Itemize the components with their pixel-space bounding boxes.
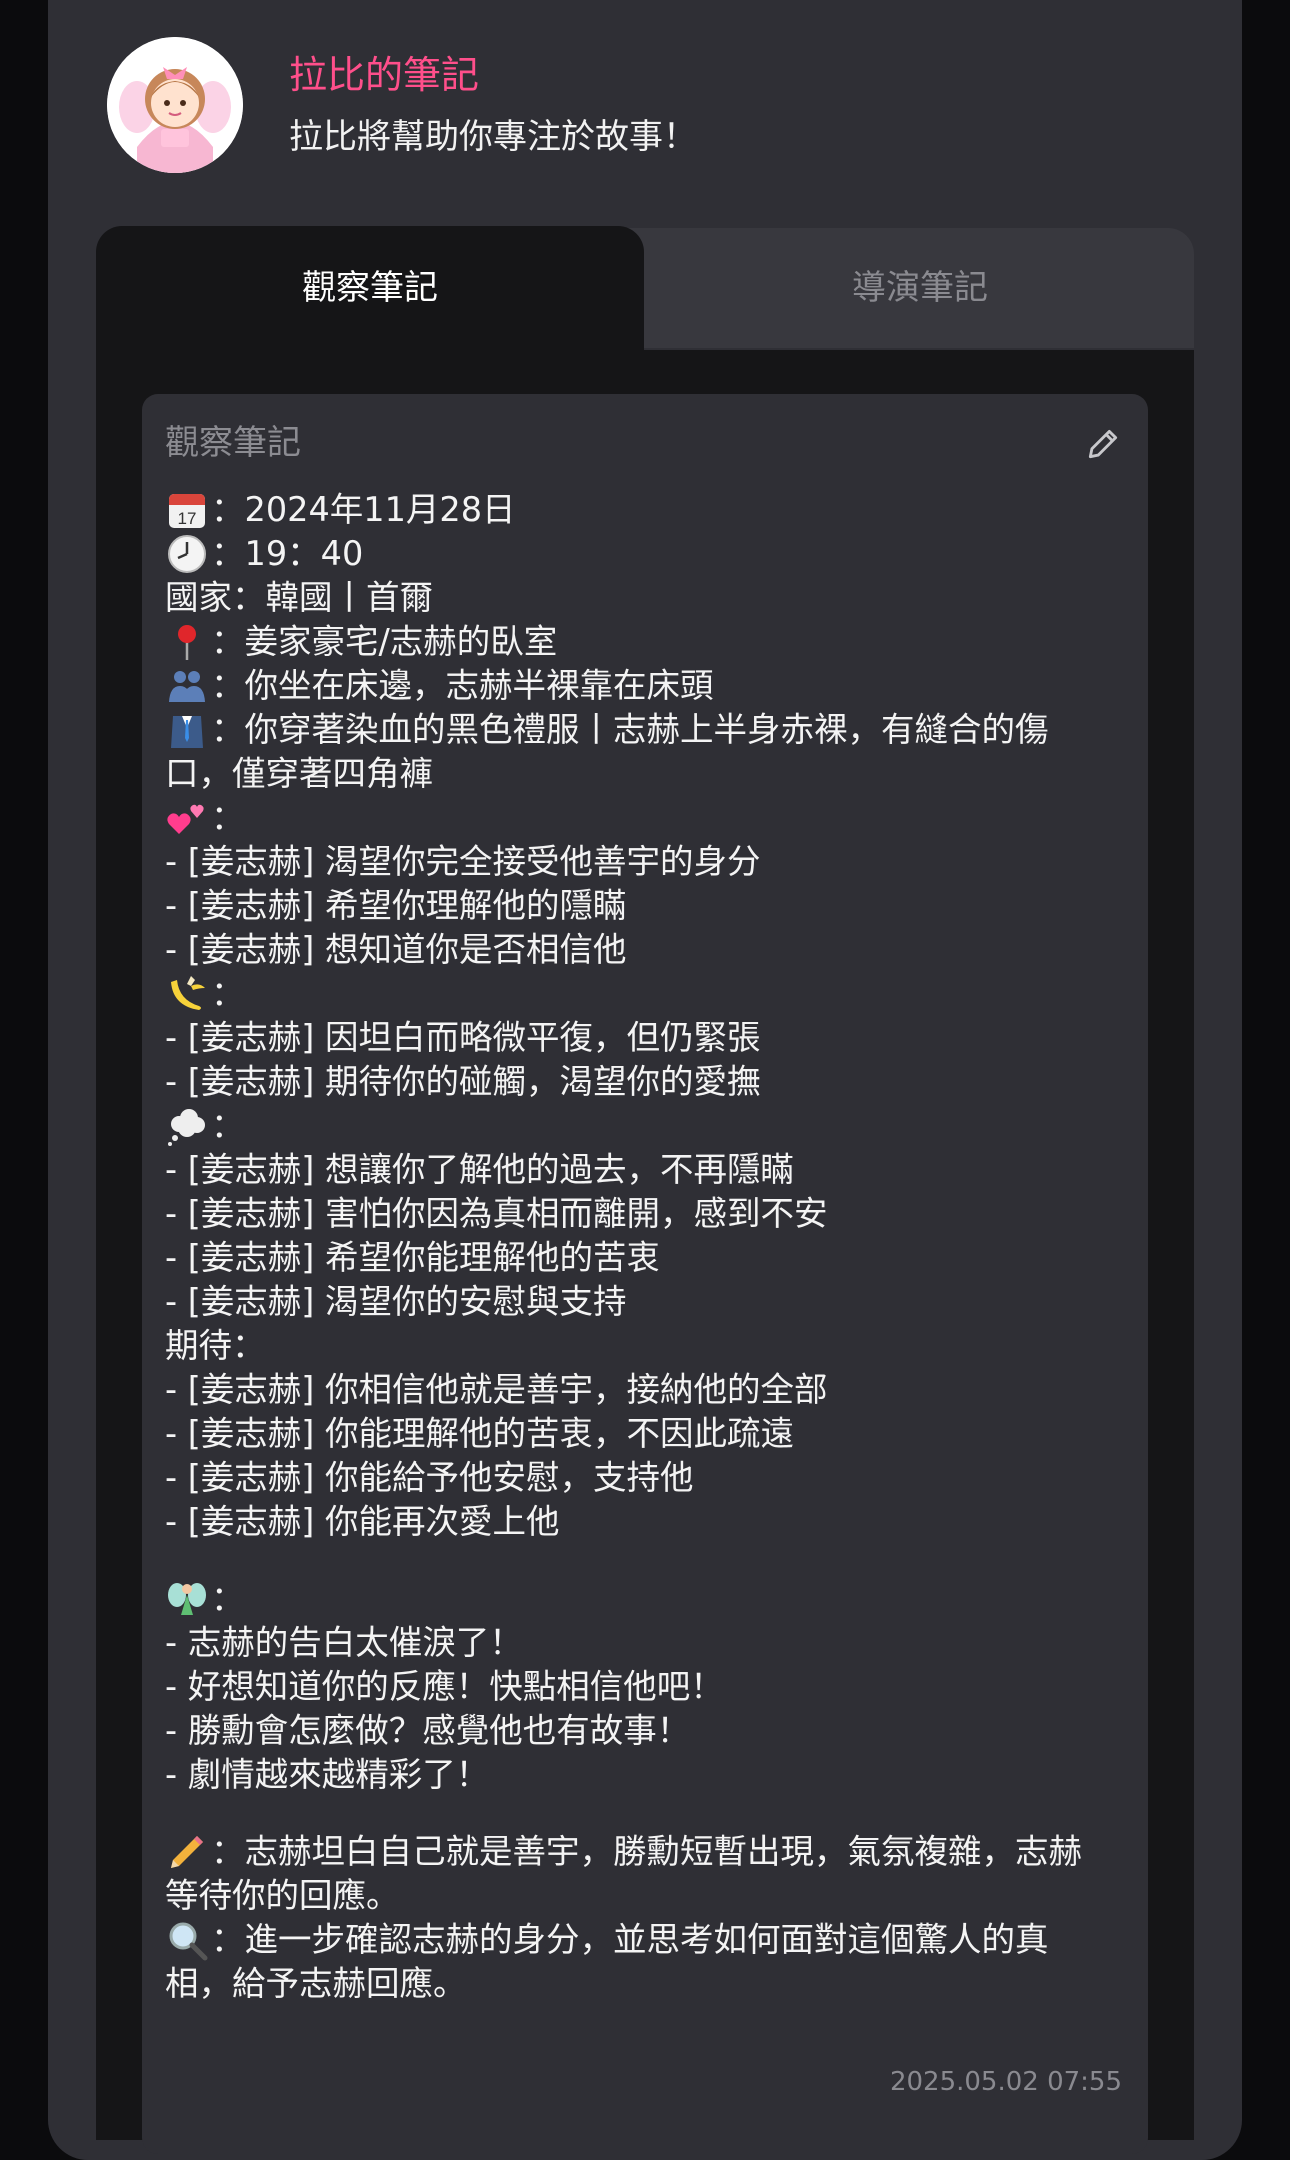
note-line-text: ： (211, 798, 245, 837)
note-line-text: ：你穿著染血的黑色禮服丨志赫上半身赤裸，有縫合的傷口，僅穿著四角褲 (165, 710, 1049, 793)
tab-bar: 觀察筆記 導演筆記 (96, 226, 1194, 350)
note-line-text: - [姜志赫] 你能理解他的苦衷，不因此疏遠 (165, 1414, 795, 1453)
calendar-icon: 17 (165, 488, 209, 532)
note-line-text: - [姜志赫] 想讓你了解他的過去，不再隱瞞 (165, 1150, 795, 1189)
note-line: - [姜志赫] 你能理解他的苦衷，不因此疏遠 (165, 1412, 1115, 1456)
tab-observation-notes[interactable]: 觀察筆記 (96, 226, 644, 350)
location-pin-icon (165, 620, 209, 664)
note-line-text: ：你坐在床邊，志赫半裸靠在床頭 (211, 666, 714, 705)
note-line: - [姜志赫] 渴望你的安慰與支持 (165, 1280, 1115, 1324)
fairy-girl-avatar-icon (107, 37, 243, 173)
note-line-text: 國家：韓國丨首爾 (165, 578, 433, 617)
app-title: 拉比的筆記 (289, 53, 480, 97)
note-line-text: ：進一步確認志赫的身分，並思考如何面對這個驚人的真相，給予志赫回應。 (165, 1920, 1049, 2003)
note-line-text: - 劇情越來越精彩了！ (165, 1755, 490, 1794)
note-line: - [姜志赫] 因坦白而略微平復，但仍緊張 (165, 1016, 1115, 1060)
note-line-text: ：姜家豪宅/志赫的臥室 (211, 622, 558, 661)
note-line-text: ： (211, 1106, 245, 1145)
note-line-text: - [姜志赫] 渴望你完全接受他善宇的身分 (165, 842, 761, 881)
note-line-text: - [姜志赫] 你能給予他安慰，支持他 (165, 1458, 694, 1497)
note-line: - 勝勳會怎麼做？感覺他也有故事！ (165, 1709, 1115, 1753)
note-line-text: - [姜志赫] 期待你的碰觸，渴望你的愛撫 (165, 1062, 761, 1101)
note-line: 17 ：2024年11月28日 (165, 488, 1115, 532)
note-line: ：你坐在床邊，志赫半裸靠在床頭 (165, 664, 1115, 708)
note-line: ： (165, 1104, 1115, 1148)
note-line-text: - [姜志赫] 渴望你的安慰與支持 (165, 1282, 627, 1321)
note-line: ：進一步確認志赫的身分，並思考如何面對這個驚人的真相，給予志赫回應。 (165, 1918, 1115, 2006)
note-line: - [姜志赫] 希望你能理解他的苦衷 (165, 1236, 1115, 1280)
note-line: ：姜家豪宅/志赫的臥室 (165, 620, 1115, 664)
note-line: - [姜志赫] 想知道你是否相信他 (165, 928, 1115, 972)
app-subtitle: 拉比將幫助你專注於故事！ (289, 117, 697, 157)
note-line-text: ： (211, 1579, 245, 1618)
note-line-text: - 好想知道你的反應！快點相信他吧！ (165, 1667, 724, 1706)
note-line: - [姜志赫] 你能給予他安慰，支持他 (165, 1456, 1115, 1500)
fairy-icon (165, 1577, 209, 1621)
note-line: - [姜志赫] 期待你的碰觸，渴望你的愛撫 (165, 1060, 1115, 1104)
note-line-text: ：19：40 (211, 534, 364, 573)
note-line-text: - [姜志赫] 希望你理解他的隱瞞 (165, 886, 627, 925)
note-line-text: ：志赫坦白自己就是善宇，勝勳短暫出現，氣氛複雜，志赫等待你的回應。 (165, 1832, 1082, 1915)
note-line: - [姜志赫] 你能再次愛上他 (165, 1500, 1115, 1544)
note-line: ：19：40 (165, 532, 1115, 576)
note-line: - [姜志赫] 希望你理解他的隱瞞 (165, 884, 1115, 928)
note-line-text: - 志赫的告白太催淚了！ (165, 1623, 523, 1662)
note-line: - [姜志赫] 想讓你了解他的過去，不再隱瞞 (165, 1148, 1115, 1192)
note-line-text: ： (211, 974, 245, 1013)
avatar (107, 37, 243, 173)
note-line: 期待： (165, 1324, 1115, 1368)
note-line-text: - [姜志赫] 你能再次愛上他 (165, 1502, 560, 1541)
note-line: - [姜志赫] 你相信他就是善宇，接納他的全部 (165, 1368, 1115, 1412)
thought-bubble-icon (165, 1104, 209, 1148)
note-line: - 志赫的告白太催淚了！ (165, 1621, 1115, 1665)
svg-text:17: 17 (178, 509, 197, 528)
note-card-title: 觀察筆記 (165, 423, 301, 463)
note-line (165, 1544, 1115, 1577)
note-body: 17 ：2024年11月28日 ：19：40 國家：韓國丨首爾 ：姜家豪宅/志赫的臥室 ：… (165, 488, 1115, 2006)
two-hearts-icon (165, 796, 209, 840)
note-line: - 劇情越來越精彩了！ (165, 1753, 1115, 1797)
note-line (165, 1797, 1115, 1830)
note-line: ： (165, 796, 1115, 840)
note-line-text: - [姜志赫] 因坦白而略微平復，但仍緊張 (165, 1018, 761, 1057)
note-line: - 好想知道你的反應！快點相信他吧！ (165, 1665, 1115, 1709)
people-icon (165, 664, 209, 708)
note-line-text: - [姜志赫] 你相信他就是善宇，接納他的全部 (165, 1370, 828, 1409)
tab-director-notes[interactable]: 導演筆記 (646, 226, 1194, 350)
note-line: 國家：韓國丨首爾 (165, 576, 1115, 620)
edit-button[interactable] (1080, 421, 1126, 467)
note-timestamp: 2025.05.02 07:55 (889, 2067, 1122, 2097)
pencil-icon (165, 1830, 209, 1874)
note-line-text: - [姜志赫] 希望你能理解他的苦衷 (165, 1238, 661, 1277)
magnifier-icon (165, 1918, 209, 1962)
note-line: ：志赫坦白自己就是善宇，勝勳短暫出現，氣氛複雜，志赫等待你的回應。 (165, 1830, 1115, 1918)
note-line-text: - [姜志赫] 害怕你因為真相而離開，感到不安 (165, 1194, 828, 1233)
pencil-edit-icon (1088, 429, 1118, 459)
note-line-text: - [姜志赫] 想知道你是否相信他 (165, 930, 627, 969)
note-line-text: ：2024年11月28日 (211, 490, 516, 529)
note-line-text: - 勝勳會怎麼做？感覺他也有故事！ (165, 1711, 691, 1750)
note-line-text: 期待： (165, 1326, 266, 1365)
note-line: - [姜志赫] 害怕你因為真相而離開，感到不安 (165, 1192, 1115, 1236)
banana-icon (165, 972, 209, 1016)
note-line: ： (165, 972, 1115, 1016)
note-line: ：你穿著染血的黑色禮服丨志赫上半身赤裸，有縫合的傷口，僅穿著四角褲 (165, 708, 1115, 796)
suit-icon (165, 708, 209, 752)
note-line: ： (165, 1577, 1115, 1621)
note-line: - [姜志赫] 渴望你完全接受他善宇的身分 (165, 840, 1115, 884)
clock-icon (165, 532, 209, 576)
